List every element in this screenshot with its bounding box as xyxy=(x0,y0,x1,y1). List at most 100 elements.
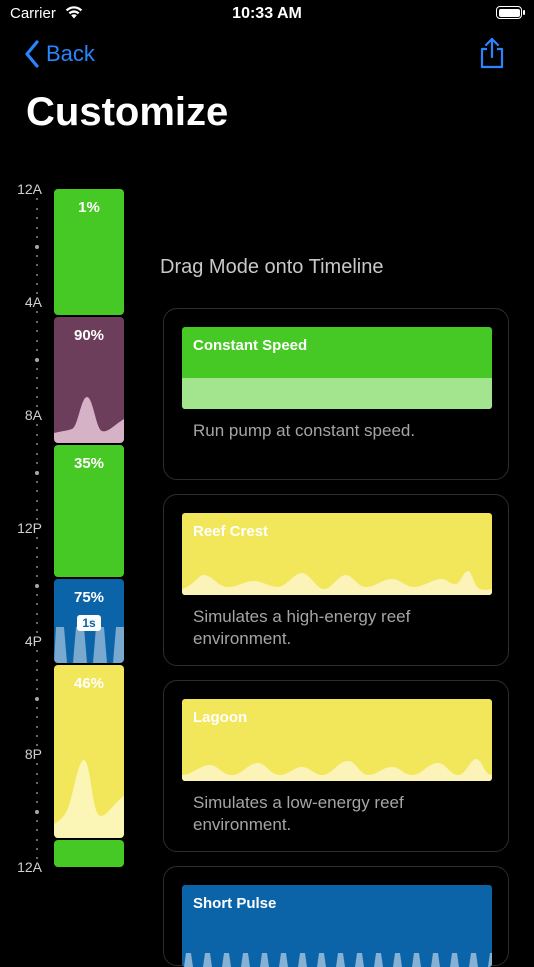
tick-dot xyxy=(36,848,38,850)
tick-dot xyxy=(36,217,38,220)
tick-dot xyxy=(36,264,38,267)
tick-dot xyxy=(36,330,38,333)
back-button[interactable]: Back xyxy=(24,38,95,70)
battery-icon xyxy=(496,6,525,19)
timeline-block-2[interactable]: 90% xyxy=(54,317,124,443)
tick-dot xyxy=(36,462,38,464)
mode-card-lagoon[interactable]: Lagoon Simulates a low-energy reef envir… xyxy=(163,680,509,852)
tick-dot xyxy=(35,584,39,589)
timeline-block-6[interactable] xyxy=(54,840,124,867)
tick-dot xyxy=(36,273,38,276)
hour-label-4a: 4A xyxy=(24,294,42,310)
block-percent: 1% xyxy=(78,199,100,216)
mode-name: Constant Speed xyxy=(193,337,308,354)
tick-dot xyxy=(36,819,38,822)
tick-dot xyxy=(36,424,38,427)
wave-graph-icon xyxy=(54,397,124,443)
mode-description: Simulates a low-energy reef environment. xyxy=(193,793,404,834)
tick-dot xyxy=(36,443,38,446)
tick-dot xyxy=(36,320,38,323)
wave-graph-icon xyxy=(182,571,492,595)
status-time: 10:33 AM xyxy=(232,5,302,22)
tick-dot xyxy=(36,603,38,606)
mode-card-reef-crest[interactable]: Reef Crest Simulates a high-energy reef … xyxy=(163,494,509,666)
block-percent: 46% xyxy=(73,675,105,692)
tick-dot xyxy=(36,377,38,380)
tick-dot xyxy=(36,509,38,511)
mode-card-short-pulse[interactable]: Short Pulse xyxy=(163,866,509,967)
chevron-left-icon xyxy=(25,40,39,68)
tick-dot xyxy=(36,546,38,549)
mode-card-constant-speed[interactable]: Constant Speed Run pump at constant spee… xyxy=(163,308,509,480)
tick-dot xyxy=(36,838,38,841)
tick-dot xyxy=(36,782,38,785)
tick-dot xyxy=(36,763,38,766)
timeline-block-1[interactable]: 1% xyxy=(54,189,124,315)
tick-dot xyxy=(36,669,38,672)
tick-dot xyxy=(35,471,39,476)
tick-dot xyxy=(35,245,39,250)
tick-dot xyxy=(36,575,38,577)
timeline-block-4[interactable]: 75% 1s xyxy=(54,579,124,663)
tick-dot xyxy=(35,810,39,815)
tick-dot xyxy=(36,349,38,351)
mode-swatch: Lagoon xyxy=(182,699,492,781)
mode-name: Reef Crest xyxy=(193,523,269,540)
tick-dot xyxy=(36,339,38,342)
tick-dot xyxy=(36,593,38,596)
drag-mode-heading: Drag Mode onto Timeline xyxy=(160,256,384,278)
hour-label-8p: 8P xyxy=(24,746,42,762)
tick-dot xyxy=(36,198,38,201)
hour-label-4p: 4P xyxy=(24,633,42,649)
tick-dot xyxy=(36,207,38,210)
mode-description: Run pump at constant speed. xyxy=(193,421,416,440)
tick-dot xyxy=(36,283,38,285)
mode-swatch: Short Pulse xyxy=(182,885,492,967)
tick-dot xyxy=(36,565,38,568)
timeline-block-5[interactable]: 46% xyxy=(54,665,124,838)
tick-dot xyxy=(36,659,38,662)
tick-dot xyxy=(36,791,38,794)
wave-graph-icon xyxy=(54,760,124,838)
tick-dot xyxy=(36,772,38,775)
tick-dot xyxy=(36,650,38,653)
mode-swatch: Constant Speed xyxy=(182,327,492,409)
tick-dot xyxy=(36,725,38,728)
tick-dot xyxy=(36,226,38,229)
mode-swatch: Reef Crest xyxy=(182,513,492,595)
hour-label-12p: 12P xyxy=(17,520,42,536)
block-percent: 75% xyxy=(73,589,105,606)
back-label: Back xyxy=(46,41,95,66)
wave-graph-icon xyxy=(182,759,492,781)
tick-dot xyxy=(35,697,39,702)
tick-dot xyxy=(36,386,38,389)
hour-label-8a: 8A xyxy=(24,407,42,423)
tick-dot xyxy=(36,556,38,559)
mode-name: Short Pulse xyxy=(193,895,277,912)
block-percent: 35% xyxy=(73,455,105,472)
block-percent: 90% xyxy=(73,327,105,344)
tick-dot xyxy=(36,396,38,398)
tick-dot xyxy=(35,358,39,363)
tick-dot xyxy=(36,612,38,615)
tick-dot xyxy=(36,311,38,314)
tick-dot xyxy=(36,537,38,540)
tick-dot xyxy=(36,490,38,493)
page-title: Customize xyxy=(26,90,229,134)
tick-dot xyxy=(36,452,38,455)
share-icon[interactable] xyxy=(478,36,506,70)
tick-dot xyxy=(36,801,38,803)
mode-description: Simulates a high-energy reef environment… xyxy=(193,607,411,648)
tick-dot xyxy=(36,622,38,624)
timeline-block-3[interactable]: 35% xyxy=(54,445,124,577)
tick-dot xyxy=(36,499,38,502)
tick-dot xyxy=(36,480,38,483)
pulse-graph-icon xyxy=(54,627,124,663)
tick-dot xyxy=(36,735,38,737)
pulse-graph-icon xyxy=(184,953,492,967)
tick-dot xyxy=(36,367,38,370)
hour-label-12a: 12A xyxy=(17,181,42,197)
tick-dot xyxy=(36,688,38,690)
tick-dot xyxy=(36,678,38,681)
tick-dot xyxy=(36,829,38,832)
